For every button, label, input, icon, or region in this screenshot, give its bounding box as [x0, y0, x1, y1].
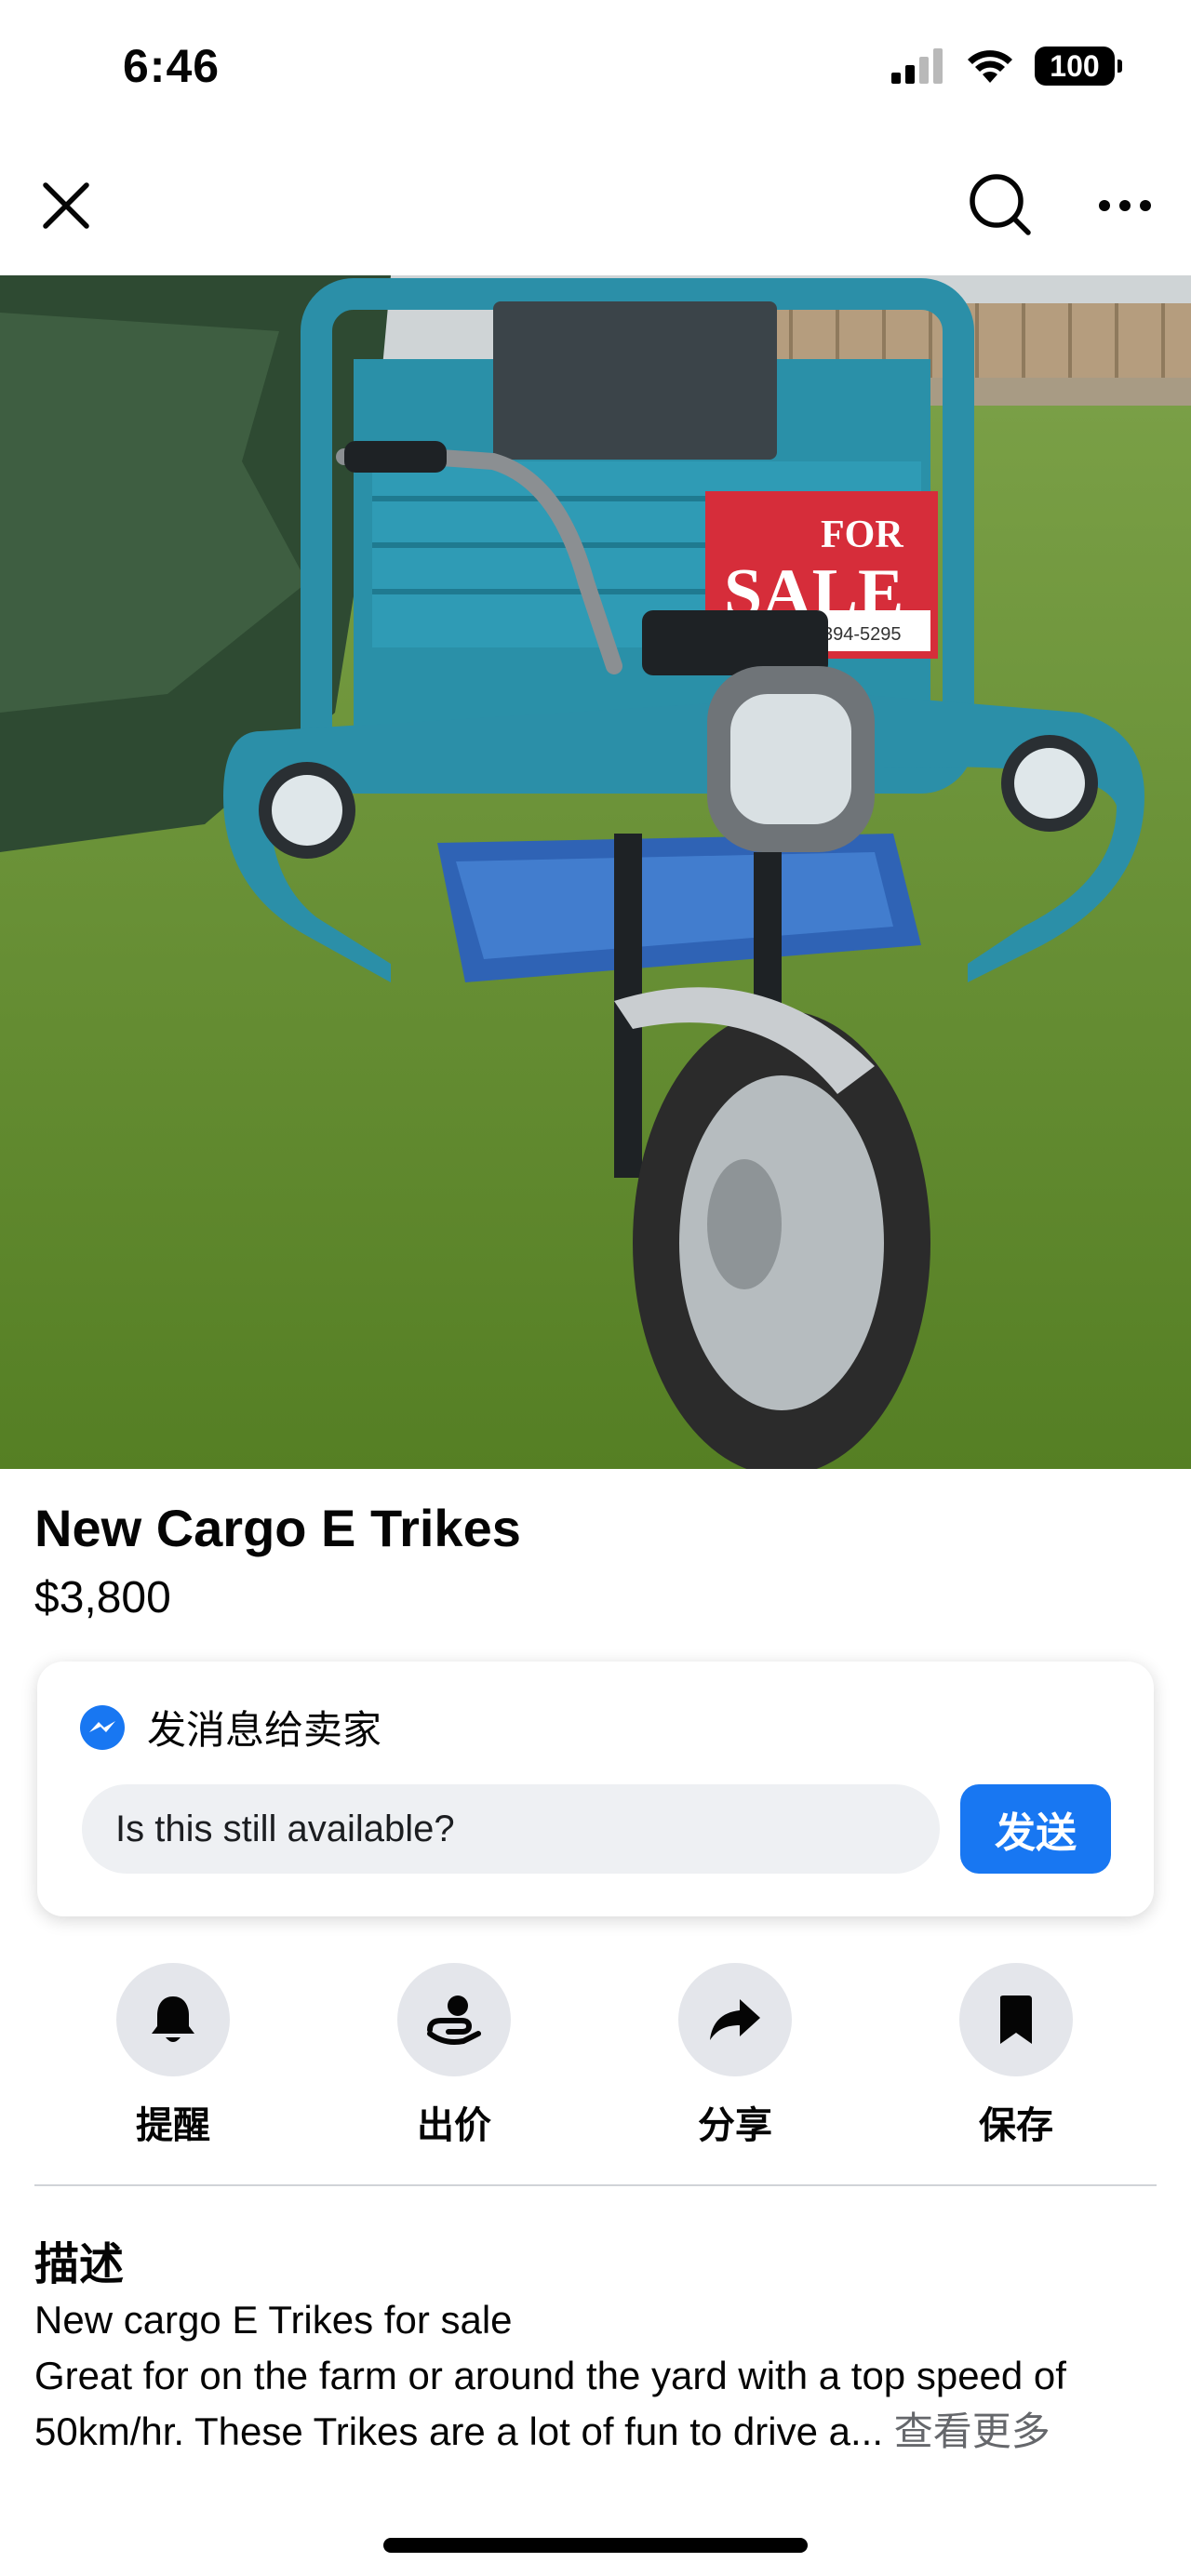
search-button[interactable]	[963, 167, 1039, 244]
share-button[interactable]	[678, 1963, 792, 2076]
more-icon	[1099, 200, 1151, 211]
trike-photo-illustration: FOR SALE 394-5295	[0, 275, 1191, 1469]
sign-phone-text: 394-5295	[823, 624, 902, 645]
description-body-wrap: Great for on the farm or around the yard…	[34, 2348, 1160, 2460]
search-icon	[970, 174, 1031, 235]
alert-button[interactable]	[116, 1963, 230, 2076]
sign-for-text: FOR	[821, 514, 903, 556]
listing-price: $3,800	[34, 1573, 171, 1622]
alert-action[interactable]: 提醒	[80, 1963, 266, 2149]
status-bar: 6:46 100	[0, 0, 1191, 135]
messenger-icon	[80, 1704, 125, 1750]
close-icon	[43, 182, 89, 229]
share-label: 分享	[698, 2105, 772, 2146]
section-divider	[34, 2184, 1157, 2186]
wifi-icon	[968, 50, 1012, 83]
offer-action[interactable]: 出价	[361, 1963, 547, 2149]
cellular-signal-icon	[891, 48, 943, 84]
save-button[interactable]	[959, 1963, 1073, 2076]
message-input-value: Is this still available?	[115, 1808, 455, 1849]
battery-level: 100	[1050, 48, 1100, 83]
offer-button[interactable]	[397, 1963, 511, 2076]
listing-title: New Cargo E Trikes	[34, 1499, 521, 1557]
share-action[interactable]: 分享	[642, 1963, 828, 2149]
save-label: 保存	[979, 2105, 1053, 2146]
status-time: 6:46	[123, 40, 221, 92]
home-indicator[interactable]	[383, 2538, 808, 2553]
message-seller-header: 发消息给卖家	[78, 1699, 381, 1755]
action-row: 提醒 出价 分享 保存	[0, 1963, 1191, 2149]
battery-icon: 100	[1035, 47, 1122, 86]
alert-label: 提醒	[136, 2105, 210, 2146]
save-action[interactable]: 保存	[923, 1963, 1109, 2149]
description-text: New cargo E Trikes for sale Great for on…	[34, 2292, 1160, 2460]
send-button[interactable]: 发送	[960, 1784, 1111, 1874]
listing-photo[interactable]: FOR SALE 394-5295	[0, 275, 1191, 1469]
share-icon	[710, 1999, 760, 2040]
message-seller-heading: 发消息给卖家	[147, 1708, 382, 1752]
bookmark-icon	[1000, 1995, 1032, 2044]
offer-label: 出价	[417, 2105, 491, 2146]
description-line-1: New cargo E Trikes for sale	[34, 2298, 513, 2342]
message-seller-card: 发消息给卖家 Is this still available? 发送	[37, 1662, 1154, 1916]
see-more-link[interactable]: 查看更多	[894, 2409, 1050, 2453]
top-bar	[0, 149, 1191, 260]
close-button[interactable]	[28, 167, 104, 244]
message-input[interactable]: Is this still available?	[82, 1784, 940, 1874]
offer-icon	[427, 1995, 481, 2045]
status-icons: 100	[891, 47, 1122, 86]
more-options-button[interactable]	[1087, 167, 1163, 244]
bell-icon	[152, 1996, 194, 2042]
description-heading: 描述	[34, 2240, 125, 2289]
